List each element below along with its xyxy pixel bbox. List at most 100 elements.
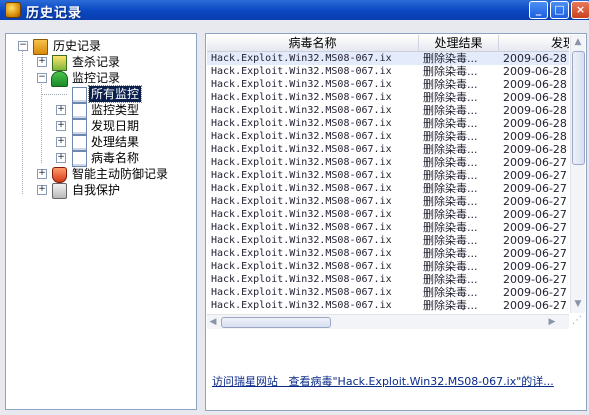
collapse-expander[interactable]: − bbox=[37, 73, 47, 83]
status-links: 访问瑞星网站 查看病毒"Hack.Exploit.Win32.MS08-067.… bbox=[212, 375, 582, 389]
tree-node-scan-records[interactable]: + 查杀记录 bbox=[6, 54, 194, 71]
table-row[interactable]: Hack.Exploit.Win32.MS08-067.ix 删除染毒... 200… bbox=[207, 208, 569, 221]
table-row[interactable]: Hack.Exploit.Win32.MS08-067.ix 删除染毒... 200… bbox=[207, 52, 569, 65]
document-icon bbox=[72, 87, 87, 103]
vertical-scrollbar[interactable]: ▲ ▼ bbox=[570, 35, 585, 313]
cell-result: 删除染毒... bbox=[423, 156, 478, 169]
cell-result: 删除染毒... bbox=[423, 78, 478, 91]
cell-virus-name: Hack.Exploit.Win32.MS08-067.ix bbox=[211, 261, 392, 272]
scroll-down-arrow-icon[interactable]: ▼ bbox=[573, 299, 583, 309]
expand-expander[interactable]: + bbox=[37, 185, 47, 195]
table-row[interactable]: Hack.Exploit.Win32.MS08-067.ix 删除染毒... 200… bbox=[207, 117, 569, 130]
cell-virus-name: Hack.Exploit.Win32.MS08-067.ix bbox=[211, 66, 392, 77]
table-row[interactable]: Hack.Exploit.Win32.MS08-067.ix 删除染毒... 200… bbox=[207, 78, 569, 91]
table-row[interactable]: Hack.Exploit.Win32.MS08-067.ix 删除染毒... 200… bbox=[207, 143, 569, 156]
cell-date: 2009-06-27 bbox=[503, 208, 567, 221]
view-virus-detail-link[interactable]: 查看病毒"Hack.Exploit.Win32.MS08-067.ix"的详..… bbox=[289, 375, 554, 388]
expand-expander[interactable]: + bbox=[56, 121, 66, 131]
table-row[interactable]: Hack.Exploit.Win32.MS08-067.ix 删除染毒... 200… bbox=[207, 234, 569, 247]
cell-virus-name: Hack.Exploit.Win32.MS08-067.ix bbox=[211, 300, 392, 311]
cell-result: 删除染毒... bbox=[423, 195, 478, 208]
cell-date: 2009-06-27 bbox=[503, 169, 567, 182]
cell-virus-name: Hack.Exploit.Win32.MS08-067.ix bbox=[211, 144, 392, 155]
cell-result: 删除染毒... bbox=[423, 117, 478, 130]
cell-date: 2009-06-27 bbox=[503, 182, 567, 195]
table-row[interactable]: Hack.Exploit.Win32.MS08-067.ix 删除染毒... 200… bbox=[207, 221, 569, 234]
scan-record-icon bbox=[52, 55, 67, 71]
tree-label-history: 历史记录 bbox=[53, 39, 102, 53]
cell-date: 2009-06-27 bbox=[503, 260, 567, 273]
title-bar[interactable]: 历史记录 _ □ × bbox=[0, 0, 589, 21]
scroll-up-arrow-icon[interactable]: ▲ bbox=[573, 37, 583, 47]
tree-node-found-date[interactable]: + 发现日期 bbox=[6, 118, 194, 135]
expand-expander[interactable]: + bbox=[56, 153, 66, 163]
column-header-result[interactable]: 处理结果 bbox=[419, 35, 499, 51]
horizontal-scrollbar[interactable]: ◀ ▶ bbox=[207, 314, 569, 329]
table-row[interactable]: Hack.Exploit.Win32.MS08-067.ix 删除染毒... 200… bbox=[207, 182, 569, 195]
tree-node-all-monitoring[interactable]: 所有监控 bbox=[6, 85, 194, 103]
tree-node-virus-name[interactable]: + 病毒名称 bbox=[6, 150, 194, 167]
tree-label-all-monitoring: 所有监控 bbox=[87, 85, 143, 103]
column-header-found[interactable]: 发现 bbox=[499, 35, 569, 51]
table-row[interactable]: Hack.Exploit.Win32.MS08-067.ix 删除染毒... 200… bbox=[207, 169, 569, 182]
horizontal-scroll-thumb[interactable] bbox=[221, 317, 331, 328]
shield-icon bbox=[52, 167, 67, 183]
cell-virus-name: Hack.Exploit.Win32.MS08-067.ix bbox=[211, 196, 392, 207]
table-row[interactable]: Hack.Exploit.Win32.MS08-067.ix 删除染毒... 200… bbox=[207, 273, 569, 286]
close-button[interactable]: × bbox=[571, 1, 589, 19]
history-book-icon bbox=[33, 39, 48, 55]
history-tree: − 历史记录 + 查杀记录 − 监控记录 所有监控 + 监控类型 + 发现日期 … bbox=[5, 33, 197, 410]
column-header-virus-name[interactable]: 病毒名称 bbox=[207, 35, 419, 51]
document-icon bbox=[72, 151, 87, 167]
table-row[interactable]: Hack.Exploit.Win32.MS08-067.ix 删除染毒... 200… bbox=[207, 130, 569, 143]
table-row[interactable]: Hack.Exploit.Win32.MS08-067.ix 删除染毒... 200… bbox=[207, 299, 569, 312]
cell-date: 2009-06-28 bbox=[503, 65, 567, 78]
maximize-button[interactable]: □ bbox=[550, 1, 569, 19]
cell-result: 删除染毒... bbox=[423, 169, 478, 182]
resize-grip-icon[interactable]: ⋰ bbox=[571, 315, 583, 327]
expand-expander[interactable]: + bbox=[56, 105, 66, 115]
minimize-button[interactable]: _ bbox=[529, 1, 548, 19]
table-row[interactable]: Hack.Exploit.Win32.MS08-067.ix 删除染毒... 200… bbox=[207, 91, 569, 104]
table-row[interactable]: Hack.Exploit.Win32.MS08-067.ix 删除染毒... 200… bbox=[207, 260, 569, 273]
cell-date: 2009-06-28 bbox=[503, 117, 567, 130]
cell-result: 删除染毒... bbox=[423, 104, 478, 117]
table-row[interactable]: Hack.Exploit.Win32.MS08-067.ix 删除染毒... 200… bbox=[207, 286, 569, 299]
cell-result: 删除染毒... bbox=[423, 130, 478, 143]
cell-virus-name: Hack.Exploit.Win32.MS08-067.ix bbox=[211, 274, 392, 285]
expand-expander[interactable]: + bbox=[37, 169, 47, 179]
cell-result: 删除染毒... bbox=[423, 91, 478, 104]
visit-website-link[interactable]: 访问瑞星网站 bbox=[212, 375, 278, 388]
table-row[interactable]: Hack.Exploit.Win32.MS08-067.ix 删除染毒... 200… bbox=[207, 65, 569, 78]
tree-node-process-result[interactable]: + 处理结果 bbox=[6, 134, 194, 151]
cell-date: 2009-06-27 bbox=[503, 234, 567, 247]
table-row[interactable]: Hack.Exploit.Win32.MS08-067.ix 删除染毒... 200… bbox=[207, 247, 569, 260]
table-row[interactable]: Hack.Exploit.Win32.MS08-067.ix 删除染毒... 200… bbox=[207, 156, 569, 169]
cell-date: 2009-06-27 bbox=[503, 156, 567, 169]
tree-label-monitor-records: 监控记录 bbox=[72, 71, 121, 85]
tree-node-active-defense[interactable]: + 智能主动防御记录 bbox=[6, 166, 194, 183]
cell-result: 删除染毒... bbox=[423, 273, 478, 286]
cell-virus-name: Hack.Exploit.Win32.MS08-067.ix bbox=[211, 222, 392, 233]
tree-node-monitor-type[interactable]: + 监控类型 bbox=[6, 102, 194, 119]
table-row[interactable]: Hack.Exploit.Win32.MS08-067.ix 删除染毒... 200… bbox=[207, 104, 569, 117]
expand-expander[interactable]: + bbox=[37, 57, 47, 67]
cell-result: 删除染毒... bbox=[423, 182, 478, 195]
cell-date: 2009-06-27 bbox=[503, 221, 567, 234]
expand-expander[interactable]: + bbox=[56, 137, 66, 147]
tree-node-monitor-records[interactable]: − 监控记录 bbox=[6, 70, 194, 87]
tree-label-virus-name: 病毒名称 bbox=[91, 151, 140, 165]
vertical-scroll-thumb[interactable] bbox=[572, 51, 585, 165]
umbrella-icon bbox=[51, 71, 68, 87]
scroll-left-arrow-icon[interactable]: ◀ bbox=[208, 316, 218, 328]
cell-date: 2009-06-27 bbox=[503, 195, 567, 208]
scroll-right-arrow-icon[interactable]: ▶ bbox=[547, 316, 557, 328]
collapse-expander[interactable]: − bbox=[18, 41, 28, 51]
tree-label-active-defense: 智能主动防御记录 bbox=[72, 167, 169, 181]
tree-node-self-protect[interactable]: + 自我保护 bbox=[6, 182, 194, 199]
cell-result: 删除染毒... bbox=[423, 260, 478, 273]
tree-node-history[interactable]: − 历史记录 bbox=[6, 38, 194, 55]
window-title: 历史记录 bbox=[26, 6, 83, 21]
table-row[interactable]: Hack.Exploit.Win32.MS08-067.ix 删除染毒... 200… bbox=[207, 195, 569, 208]
lock-icon bbox=[52, 183, 67, 199]
